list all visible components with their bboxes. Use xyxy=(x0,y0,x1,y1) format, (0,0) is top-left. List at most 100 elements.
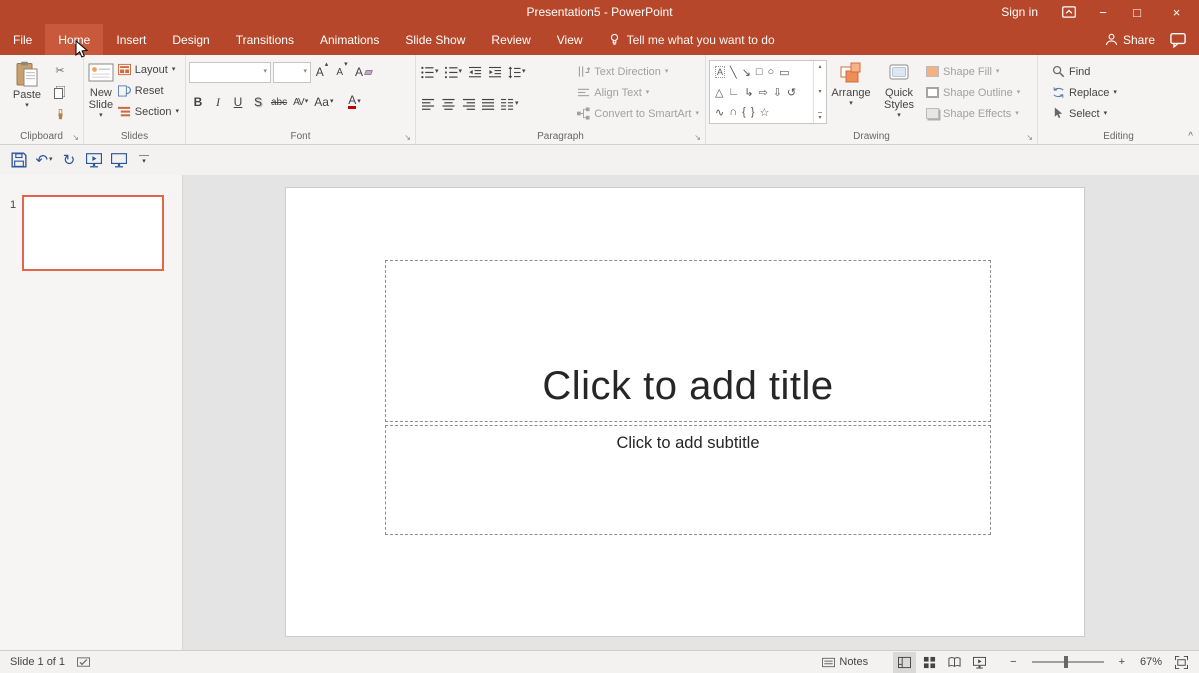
shape-arrow-right[interactable]: ⇨ xyxy=(758,86,767,99)
shape-arrow-line[interactable]: ↘ xyxy=(742,66,751,79)
arrange-button[interactable]: Arrange ▾ xyxy=(827,58,875,107)
paragraph-dialog-launcher[interactable]: ↘ xyxy=(694,134,701,142)
save-button[interactable] xyxy=(8,149,30,171)
quick-styles-button[interactable]: Quick Styles ▾ xyxy=(875,58,923,119)
shape-triangle[interactable]: △ xyxy=(715,86,723,99)
zoom-percentage[interactable]: 67% xyxy=(1134,656,1162,668)
shape-right-angle[interactable]: ∟ xyxy=(728,86,739,98)
shapes-scroll-up-button[interactable]: ▴ xyxy=(818,63,821,70)
minimize-button[interactable]: − xyxy=(1086,0,1120,24)
zoom-slider-thumb[interactable] xyxy=(1063,656,1068,668)
sign-in-link[interactable]: Sign in xyxy=(987,5,1052,19)
comments-button[interactable] xyxy=(1167,29,1189,51)
slide-sorter-view-button[interactable] xyxy=(918,652,941,673)
shape-rectangle[interactable]: □ xyxy=(756,66,763,78)
text-shadow-button[interactable]: S xyxy=(249,92,267,112)
slide-show-button[interactable] xyxy=(108,149,130,171)
font-name-combo[interactable]: ▾ xyxy=(189,61,271,83)
shape-left-brace[interactable]: { xyxy=(742,106,746,118)
shape-arc[interactable]: ∩ xyxy=(729,106,737,118)
shape-outline-button[interactable]: Shape Outline ▾ xyxy=(923,83,1023,102)
drawing-dialog-launcher[interactable]: ↘ xyxy=(1026,134,1033,142)
shapes-more-button[interactable]: ▾ xyxy=(818,112,822,121)
layout-button[interactable]: Layout ▾ xyxy=(115,60,182,79)
select-button[interactable]: Select ▾ xyxy=(1049,104,1120,123)
text-direction-button[interactable]: Text Direction ▾ xyxy=(574,62,702,81)
font-size-combo[interactable]: ▾ xyxy=(273,61,311,83)
tab-slide-show[interactable]: Slide Show xyxy=(392,24,478,55)
shape-rotate-arrow[interactable]: ↺ xyxy=(787,86,796,99)
tab-review[interactable]: Review xyxy=(478,24,543,55)
shape-line[interactable]: ╲ xyxy=(730,66,737,79)
tab-transitions[interactable]: Transitions xyxy=(223,24,307,55)
reset-button[interactable]: Reset xyxy=(115,81,182,100)
spell-check-icon[interactable] xyxy=(77,656,90,669)
notes-button[interactable]: Notes xyxy=(817,652,873,673)
bold-button[interactable]: B xyxy=(189,92,207,112)
start-from-beginning-button[interactable] xyxy=(83,149,105,171)
align-right-button[interactable] xyxy=(459,94,477,114)
tab-home[interactable]: Home xyxy=(45,24,104,55)
character-spacing-button[interactable]: AV ▾ xyxy=(291,92,310,112)
find-button[interactable]: Find xyxy=(1049,62,1120,81)
shape-scribble[interactable]: ∿ xyxy=(715,106,724,119)
shape-fill-button[interactable]: Shape Fill ▾ xyxy=(923,62,1023,81)
increase-indent-button[interactable] xyxy=(486,62,504,82)
cut-button[interactable]: ✂ xyxy=(51,60,69,80)
strikethrough-button[interactable]: abc xyxy=(269,92,289,112)
tell-me-box[interactable]: Tell me what you want to do xyxy=(596,24,787,55)
slide-thumbnail[interactable] xyxy=(22,195,164,271)
close-button[interactable]: × xyxy=(1154,0,1199,24)
change-case-button[interactable]: Aa ▾ xyxy=(312,92,335,112)
subtitle-placeholder[interactable]: Click to add subtitle xyxy=(385,425,991,535)
font-color-button[interactable]: A ▾ xyxy=(345,92,363,112)
shape-rounded-rectangle[interactable]: ▭ xyxy=(779,66,789,79)
decrease-indent-button[interactable] xyxy=(466,62,484,82)
undo-button[interactable]: ↶ ▾ xyxy=(33,149,55,171)
title-placeholder[interactable]: Click to add title xyxy=(385,260,991,422)
columns-button[interactable]: ▾ xyxy=(499,94,521,114)
reading-view-button[interactable] xyxy=(943,652,966,673)
clear-formatting-button[interactable]: A xyxy=(353,62,374,82)
customize-qat-button[interactable]: ▾ xyxy=(133,149,155,171)
copy-button[interactable] xyxy=(51,82,69,102)
format-painter-button[interactable] xyxy=(51,104,69,124)
maximize-button[interactable]: □ xyxy=(1120,0,1154,24)
paste-button[interactable]: Paste ▾ xyxy=(3,58,51,109)
shape-oval[interactable]: ○ xyxy=(768,66,775,78)
convert-to-smartart-button[interactable]: Convert to SmartArt ▾ xyxy=(574,104,702,123)
shape-right-brace[interactable]: } xyxy=(751,106,755,118)
justify-button[interactable] xyxy=(479,94,497,114)
align-text-button[interactable]: Align Text ▾ xyxy=(574,83,702,102)
zoom-slider[interactable] xyxy=(1031,656,1104,668)
share-button[interactable]: Share xyxy=(1099,33,1161,47)
shape-elbow-connector[interactable]: ↳ xyxy=(744,86,753,99)
align-center-button[interactable] xyxy=(439,94,457,114)
underline-button[interactable]: U xyxy=(229,92,247,112)
font-dialog-launcher[interactable]: ↘ xyxy=(404,134,411,142)
normal-view-button[interactable] xyxy=(893,651,917,673)
tab-design[interactable]: Design xyxy=(159,24,222,55)
increase-font-size-button[interactable]: A ▴ xyxy=(313,61,331,82)
zoom-out-button[interactable]: − xyxy=(1005,652,1021,673)
line-spacing-button[interactable]: ▾ xyxy=(506,62,528,82)
ribbon-display-options-button[interactable] xyxy=(1052,0,1086,24)
redo-button[interactable]: ↻ xyxy=(58,149,80,171)
zoom-in-button[interactable]: + xyxy=(1114,652,1130,673)
shape-textbox[interactable]: A xyxy=(715,66,726,78)
tab-file[interactable]: File xyxy=(0,24,45,55)
fit-slide-to-window-button[interactable] xyxy=(1170,652,1193,673)
tab-animations[interactable]: Animations xyxy=(307,24,392,55)
slideshow-view-button[interactable] xyxy=(968,652,991,673)
italic-button[interactable]: I xyxy=(209,92,227,112)
new-slide-button[interactable]: New Slide ▾ xyxy=(87,58,115,119)
decrease-font-size-button[interactable]: A ▾ xyxy=(333,61,351,82)
shape-arrow-down[interactable]: ⇩ xyxy=(773,86,782,99)
shape-star[interactable]: ☆ xyxy=(760,106,770,119)
align-left-button[interactable] xyxy=(419,94,437,114)
tab-insert[interactable]: Insert xyxy=(103,24,159,55)
replace-button[interactable]: Replace ▾ xyxy=(1049,83,1120,102)
tab-view[interactable]: View xyxy=(544,24,596,55)
clipboard-dialog-launcher[interactable]: ↘ xyxy=(72,134,79,142)
collapse-ribbon-button[interactable]: ^ xyxy=(1188,131,1193,142)
